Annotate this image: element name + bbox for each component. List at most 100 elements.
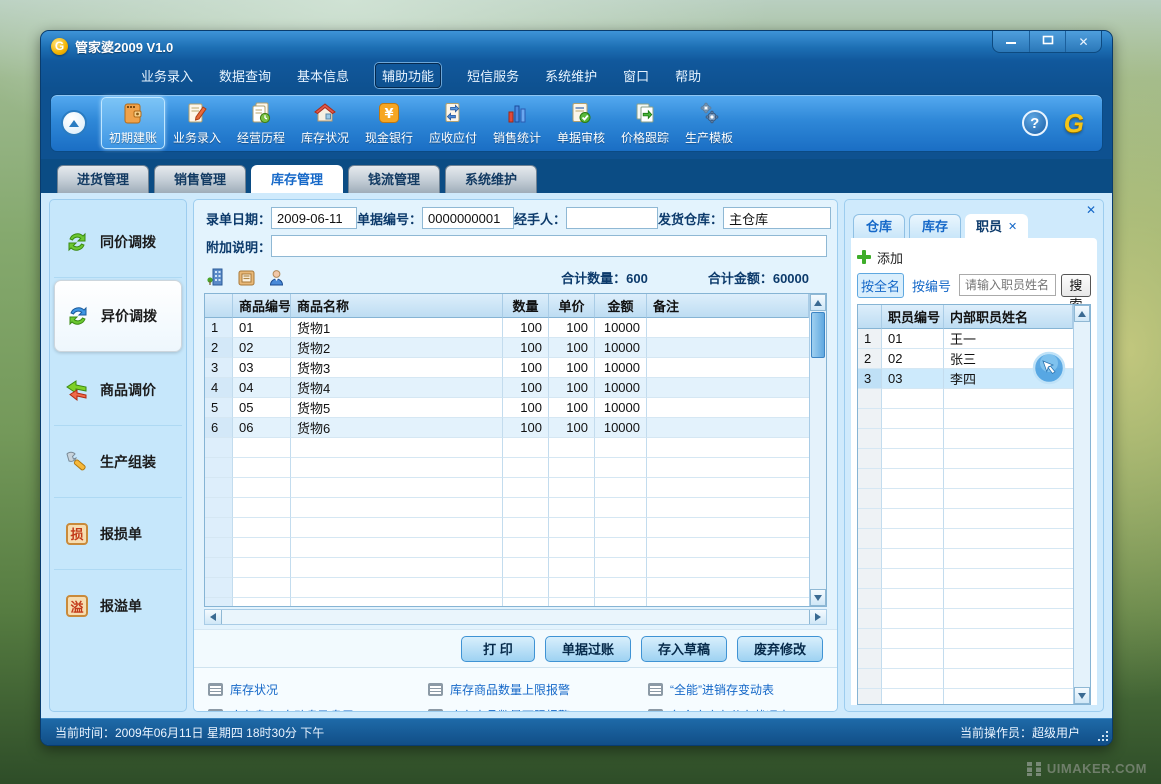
menu-basic-info[interactable]: 基本信息 — [297, 66, 349, 85]
add-row[interactable]: 添加 — [857, 244, 1091, 270]
employee-person-icon[interactable] — [266, 267, 286, 287]
table-row[interactable]: 606货物610010010000 — [205, 418, 809, 438]
empty-row — [858, 569, 1073, 589]
tab-stock[interactable]: 库存 — [909, 214, 961, 238]
tab-inventory-management[interactable]: 库存管理 — [251, 165, 343, 193]
scroll-up-button[interactable] — [810, 294, 826, 311]
horizontal-scrollbar[interactable] — [204, 609, 827, 625]
link-stock-check[interactable]: 库存盘点(自动盘盈盘亏) — [208, 707, 428, 713]
toolbar-item-sales-statistics[interactable]: 销售统计 — [485, 97, 549, 149]
col-goods-code: 商品编号 — [233, 294, 291, 318]
table-row[interactable]: 404货物410010010000 — [205, 378, 809, 398]
toolbar-item-production-template[interactable]: 生产模板 — [677, 97, 741, 149]
filter-by-code[interactable]: 按编号 — [909, 274, 954, 297]
toolbar-item-initial-accounts[interactable]: 初期建账 — [101, 97, 165, 149]
tab-cashflow-management[interactable]: 钱流管理 — [348, 165, 440, 193]
date-label: 录单日期： — [206, 209, 271, 228]
tab-employee[interactable]: 职员 ✕ — [965, 214, 1028, 238]
toolbar-item-price-tracking[interactable]: 价格跟踪 — [613, 97, 677, 149]
handler-input[interactable] — [566, 207, 658, 229]
search-button[interactable]: 搜索 — [1061, 274, 1091, 297]
date-input[interactable] — [271, 207, 357, 229]
scrollbar-thumb[interactable] — [811, 312, 825, 358]
doc-check-icon — [568, 100, 594, 126]
tab-sales-management[interactable]: 销售管理 — [154, 165, 246, 193]
menu-system-maintenance[interactable]: 系统维护 — [545, 66, 597, 85]
sidebar-item-production-assembly[interactable]: 生产组装 — [54, 426, 182, 498]
col-price: 单价 — [549, 294, 595, 318]
menu-data-query[interactable]: 数据查询 — [219, 66, 271, 85]
close-button[interactable]: ✕ — [1065, 31, 1101, 52]
sidebar-item-diff-price-transfer[interactable]: 异价调拨 — [54, 280, 182, 352]
main-panel: 录单日期： 单据编号： 经手人： 发货仓库： 附加说明： — [193, 199, 838, 712]
warehouse-input[interactable] — [723, 207, 831, 229]
vertical-scrollbar[interactable] — [809, 294, 826, 606]
sidebar-item-goods-price-adjust[interactable]: 商品调价 — [54, 354, 182, 426]
link-almighty-flow-report[interactable]: “全能”进销存变动表 — [648, 681, 837, 698]
scroll-up-button[interactable] — [1074, 305, 1090, 322]
bar-chart-icon — [504, 100, 530, 126]
toolbar-item-business-entry[interactable]: 业务录入 — [165, 97, 229, 149]
scroll-left-button[interactable] — [205, 610, 222, 624]
resize-grip[interactable] — [1098, 731, 1109, 742]
toolbar-item-cash-bank[interactable]: ¥ 现金银行 — [357, 97, 421, 149]
toolbar-item-voucher-audit[interactable]: 单据审核 — [549, 97, 613, 149]
empty-row — [205, 498, 809, 518]
menu-sms-service[interactable]: 短信服务 — [467, 66, 519, 85]
bill-form: 录单日期： 单据编号： 经手人： 发货仓库： 附加说明： — [194, 200, 837, 265]
link-inventory-status[interactable]: 库存状况 — [208, 681, 428, 698]
billno-input[interactable] — [422, 207, 514, 229]
menu-business-entry[interactable]: 业务录入 — [141, 66, 193, 85]
help-button[interactable]: ? — [1022, 110, 1048, 136]
stock-box-icon[interactable] — [236, 267, 256, 287]
loss-stamp-icon: 损 — [64, 521, 90, 547]
link-warehouse-distribution[interactable]: 各仓库库存分布状况表 — [648, 707, 837, 713]
menu-window[interactable]: 窗口 — [623, 66, 649, 85]
table-row[interactable]: 101货物110010010000 — [205, 318, 809, 338]
warehouse-building-icon[interactable] — [206, 267, 226, 287]
panel-close-button[interactable]: ✕ — [1086, 203, 1096, 217]
content-area: 同价调拨 异价调拨 商品调价 生产组装 — [41, 193, 1112, 718]
toolbar-collapse-button[interactable] — [61, 110, 87, 136]
toolbar-item-inventory-status[interactable]: 库存状况 — [293, 97, 357, 149]
tab-system-maintenance[interactable]: 系统维护 — [445, 165, 537, 193]
menu-help[interactable]: 帮助 — [675, 66, 701, 85]
filter-by-fullname[interactable]: 按全名 — [857, 273, 904, 298]
total-amount-value: 60000 — [773, 271, 809, 286]
tab-warehouse[interactable]: 仓库 — [853, 214, 905, 238]
note-input[interactable] — [271, 235, 827, 257]
post-voucher-button[interactable]: 单据过账 — [545, 636, 631, 662]
sidebar-item-same-price-transfer[interactable]: 同价调拨 — [54, 206, 182, 278]
print-button[interactable]: 打 印 — [461, 636, 535, 662]
tab-purchase-management[interactable]: 进货管理 — [57, 165, 149, 193]
tab-close-icon[interactable]: ✕ — [1008, 215, 1017, 239]
employee-row[interactable]: 101王一 — [858, 329, 1073, 349]
minimize-button[interactable] — [993, 31, 1029, 52]
discard-changes-button[interactable]: 废弃修改 — [737, 636, 823, 662]
menu-auxiliary-functions[interactable]: 辅助功能 — [375, 63, 441, 88]
employee-vertical-scrollbar[interactable] — [1073, 305, 1090, 704]
empty-row — [205, 558, 809, 578]
link-stock-lower-limit-alarm[interactable]: 库存商品数量下限报警 — [428, 707, 648, 713]
scroll-right-button[interactable] — [809, 610, 826, 624]
toolbar-band: 初期建账 业务录入 经营历程 库存状况 — [41, 89, 1112, 159]
sidebar-item-overflow-report[interactable]: 溢 报溢单 — [54, 570, 182, 642]
table-row[interactable]: 202货物210010010000 — [205, 338, 809, 358]
toolbar-item-operation-history[interactable]: 经营历程 — [229, 97, 293, 149]
table-row[interactable]: 505货物510010010000 — [205, 398, 809, 418]
maximize-button[interactable] — [1029, 31, 1065, 52]
scroll-down-button[interactable] — [1074, 687, 1090, 704]
scroll-down-button[interactable] — [810, 589, 826, 606]
table-row[interactable]: 303货物310010010000 — [205, 358, 809, 378]
yen-icon: ¥ — [376, 100, 402, 126]
save-draft-button[interactable]: 存入草稿 — [641, 636, 727, 662]
window-controls: ✕ — [992, 31, 1102, 53]
sidebar-item-loss-report[interactable]: 损 报损单 — [54, 498, 182, 570]
sheet-icon — [648, 683, 663, 696]
search-input[interactable] — [959, 274, 1056, 296]
toolbar-item-receivable-payable[interactable]: 应收应付 — [421, 97, 485, 149]
doc-refresh-icon — [632, 100, 658, 126]
sidebar-item-label: 报损单 — [100, 524, 142, 544]
price-arrows-icon — [64, 377, 90, 403]
link-stock-upper-limit-alarm[interactable]: 库存商品数量上限报警 — [428, 681, 648, 698]
